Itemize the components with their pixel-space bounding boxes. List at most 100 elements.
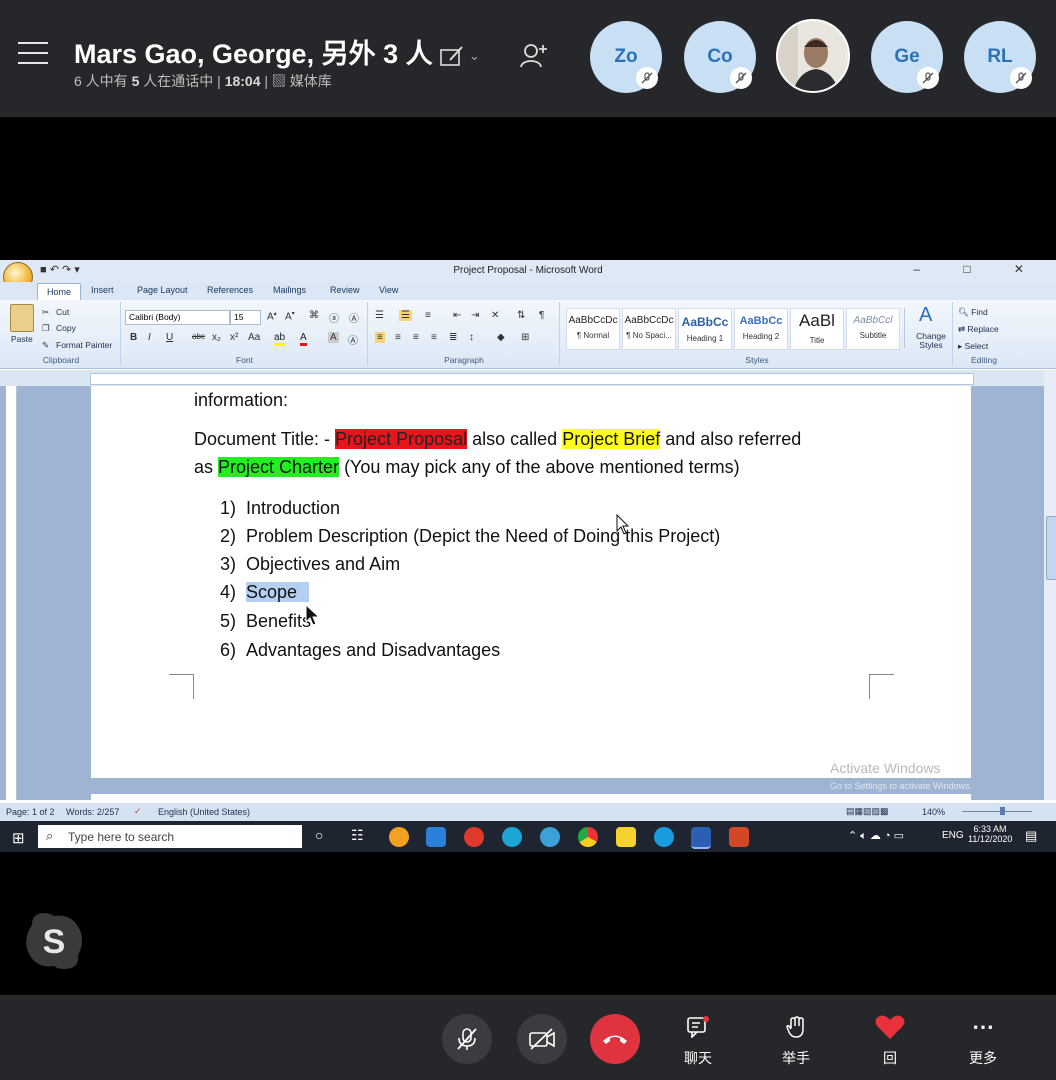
line-spacing-icon[interactable]: ↕ xyxy=(469,332,474,343)
end-call-button[interactable] xyxy=(590,1014,640,1064)
align-right-icon[interactable]: ≡ xyxy=(413,332,419,343)
chevron-down-icon[interactable]: ⌄ xyxy=(469,48,480,64)
enclose-characters-icon[interactable]: Ⓐ xyxy=(348,332,358,347)
superscript-icon[interactable]: x² xyxy=(230,332,238,343)
replace-button[interactable]: ⇄ Replace xyxy=(958,324,999,335)
clear-formatting-icon[interactable]: ⌘ xyxy=(309,310,319,321)
edge-icon[interactable] xyxy=(502,827,522,847)
change-styles-button[interactable]: Change Styles xyxy=(914,332,948,350)
bullets-icon[interactable]: ☰ xyxy=(375,310,384,321)
call-title[interactable]: Mars Gao, George, 另外 3 人 xyxy=(74,32,433,71)
select-button[interactable]: ▸ Select xyxy=(958,341,988,352)
cortana-icon[interactable]: ○ xyxy=(315,827,323,843)
gallery-link[interactable]: 媒体库 xyxy=(290,73,332,89)
cut-button[interactable]: Cut xyxy=(56,307,69,317)
horizontal-ruler[interactable] xyxy=(0,370,1056,386)
character-shading-icon[interactable]: A xyxy=(328,332,339,343)
raise-hand-button[interactable]: 举手 xyxy=(766,1012,826,1068)
input-language[interactable]: ENG xyxy=(942,830,964,841)
skype-taskbar-icon[interactable] xyxy=(654,827,674,847)
vertical-scrollbar[interactable] xyxy=(1044,370,1056,800)
style-normal[interactable]: AaBbCcDc ¶ Normal xyxy=(566,308,620,350)
mute-microphone-button[interactable] xyxy=(442,1014,492,1064)
system-tray-icons[interactable]: ⌃ 🔈︎ ☁ ◔ ▭ xyxy=(848,829,904,843)
windows-start-icon[interactable]: ⊞ xyxy=(12,829,25,847)
participant-video-avatar[interactable] xyxy=(776,19,850,93)
change-case-icon[interactable]: Aa xyxy=(248,332,260,343)
quick-access-toolbar[interactable]: ■ ↶ ↷ ▾ xyxy=(40,263,80,276)
tab-insert[interactable]: Insert xyxy=(91,285,114,295)
bold-icon[interactable]: B xyxy=(130,332,137,343)
style-heading-2[interactable]: AaBbCc Heading 2 xyxy=(734,308,788,350)
tab-review[interactable]: Review xyxy=(330,285,360,295)
view-buttons[interactable]: ▤▦▧▨▩ xyxy=(846,806,889,817)
paste-button[interactable]: Paste xyxy=(11,334,33,344)
strikethrough-icon[interactable]: abc xyxy=(192,332,205,341)
distributed-icon[interactable]: ≣ xyxy=(449,332,457,343)
find-button[interactable]: 🔍︎ Find xyxy=(958,307,988,318)
powerpoint-taskbar-icon[interactable] xyxy=(729,827,749,847)
window-controls[interactable]: – □ ✕ xyxy=(913,262,1044,276)
language-status[interactable]: English (United States) xyxy=(158,807,250,817)
document-page[interactable]: information: Document Title: - Project P… xyxy=(91,386,971,778)
phonetic-guide-icon[interactable]: ⓐ xyxy=(329,310,339,325)
align-left-icon[interactable]: ≡ xyxy=(375,332,385,343)
taskbar-clock[interactable]: 6:33 AM 11/12/2020 xyxy=(968,824,1012,844)
scrollbar-thumb[interactable] xyxy=(1046,516,1056,580)
font-name-select[interactable]: Calibri (Body) xyxy=(125,310,230,325)
copy-button[interactable]: Copy xyxy=(56,323,76,333)
change-styles-icon[interactable]: A xyxy=(919,304,932,327)
format-painter-button[interactable]: Format Painter xyxy=(56,340,112,350)
participant-avatar[interactable]: RL xyxy=(964,21,1036,93)
react-button[interactable]: 回 xyxy=(860,1012,920,1068)
style-heading-1[interactable]: AaBbCc Heading 1 xyxy=(678,308,732,350)
word-taskbar-icon[interactable] xyxy=(691,827,711,849)
taskbar-search-box[interactable]: ⌕ Type here to search xyxy=(38,825,302,848)
participant-avatar[interactable]: Co xyxy=(684,21,756,93)
edit-title-icon[interactable] xyxy=(438,44,466,70)
notifications-icon[interactable]: ▤ xyxy=(1025,828,1037,844)
decrease-indent-icon[interactable]: ⇤ xyxy=(453,310,461,321)
grow-font-icon[interactable]: A▴ xyxy=(267,310,277,322)
style-subtitle[interactable]: AaBbCcl Subtitle xyxy=(846,308,900,350)
mail-icon[interactable] xyxy=(426,827,446,847)
zoom-slider[interactable] xyxy=(952,806,1042,816)
word-count[interactable]: Words: 2/257 xyxy=(66,807,119,817)
italic-icon[interactable]: I xyxy=(148,332,151,343)
styles-scroll[interactable] xyxy=(904,308,909,348)
chat-button[interactable]: 聊天 xyxy=(668,1012,728,1068)
style-title[interactable]: AaBl Title xyxy=(790,308,844,350)
internet-explorer-icon[interactable] xyxy=(540,827,560,847)
zoom-level[interactable]: 140% xyxy=(922,807,945,817)
browser-icon[interactable] xyxy=(389,827,409,847)
video-toggle-button[interactable] xyxy=(517,1014,567,1064)
tab-view[interactable]: View xyxy=(379,285,398,295)
participant-avatar[interactable]: Ge xyxy=(871,21,943,93)
sticky-notes-icon[interactable] xyxy=(616,827,636,847)
paste-icon[interactable] xyxy=(10,304,34,332)
highlight-icon[interactable]: ab xyxy=(274,332,286,346)
page-count[interactable]: Page: 1 of 2 xyxy=(6,807,55,817)
task-view-icon[interactable]: ☷ xyxy=(351,827,364,844)
tab-home[interactable]: Home xyxy=(37,283,81,301)
proofing-icon[interactable]: ✓ xyxy=(134,806,142,817)
align-center-icon[interactable]: ≡ xyxy=(395,332,401,343)
numbering-icon[interactable]: ☰ xyxy=(399,310,412,321)
subscript-icon[interactable]: x₂ xyxy=(212,332,221,343)
style-no-spacing[interactable]: AaBbCcDc ¶ No Spaci... xyxy=(622,308,676,350)
font-size-select[interactable]: 15 xyxy=(230,310,261,325)
borders-icon[interactable]: ⊞ xyxy=(521,332,529,343)
tab-mailings[interactable]: Mailings xyxy=(273,285,306,295)
multilevel-list-icon[interactable]: ≡ xyxy=(425,310,431,321)
character-border-icon[interactable]: Ⓐ xyxy=(349,310,359,325)
sort-icon[interactable]: ⇅ xyxy=(517,310,525,321)
justify-icon[interactable]: ≡ xyxy=(431,332,437,343)
font-color-icon[interactable]: A xyxy=(300,332,307,346)
tab-references[interactable]: References xyxy=(207,285,253,295)
tab-page-layout[interactable]: Page Layout xyxy=(137,285,188,295)
participant-avatar[interactable]: Zo xyxy=(590,21,662,93)
underline-icon[interactable]: U xyxy=(166,332,173,343)
app-red-icon[interactable] xyxy=(464,827,484,847)
asian-layout-icon[interactable]: ✕ xyxy=(491,310,499,321)
hamburger-menu-button[interactable] xyxy=(18,42,48,68)
